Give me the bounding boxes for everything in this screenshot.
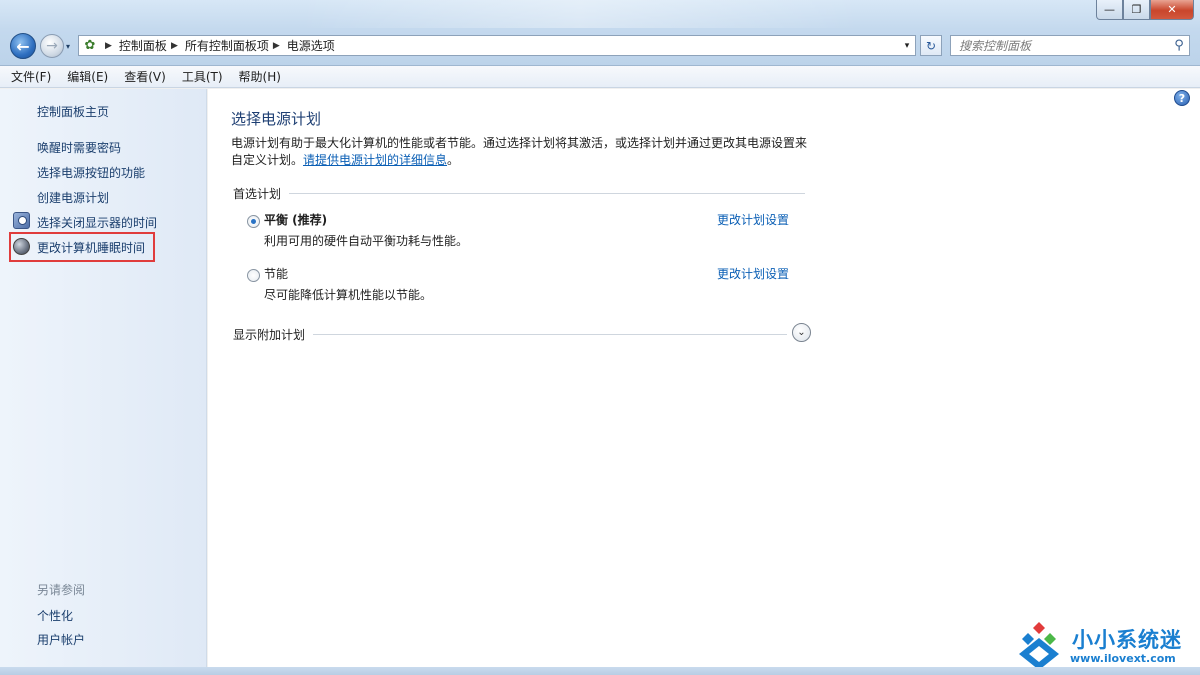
preferred-plans-label: 首选计划 xyxy=(233,187,282,201)
intro-text: 电源计划有助于最大化计算机的性能或者节能。通过选择计划将其激活，或选择计划并通过… xyxy=(231,135,816,169)
refresh-button[interactable]: ↻ xyxy=(920,35,942,56)
sidebar-link-user-accounts[interactable]: 用户帐户 xyxy=(37,631,85,648)
menu-file[interactable]: 文件(F) xyxy=(11,68,51,85)
menu-bar: 文件(F) 编辑(E) 查看(V) 工具(T) 帮助(H) xyxy=(0,66,1200,88)
section-divider xyxy=(313,334,788,335)
section-divider xyxy=(289,193,806,194)
search-icon[interactable]: ⚲ xyxy=(1169,38,1189,53)
page-title: 选择电源计划 xyxy=(231,110,322,128)
breadcrumb-arrow-icon[interactable]: ▶ xyxy=(273,41,280,51)
control-panel-icon: ✿ xyxy=(84,38,96,53)
change-plan-settings-power-saver[interactable]: 更改计划设置 xyxy=(717,265,789,282)
window-bottom-frame xyxy=(0,667,1200,675)
sidebar-link-create-plan[interactable]: 创建电源计划 xyxy=(37,189,109,206)
menu-tools[interactable]: 工具(T) xyxy=(182,68,223,85)
recent-pages-dropdown-icon[interactable]: ▾ xyxy=(66,42,70,51)
plan-radio-power-saver[interactable] xyxy=(247,269,260,282)
menu-help[interactable]: 帮助(H) xyxy=(239,68,281,85)
additional-plans-label[interactable]: 显示附加计划 xyxy=(233,326,305,343)
window-frame: — ❐ ✕ xyxy=(0,0,1200,66)
plan-desc-balanced: 利用可用的硬件自动平衡功耗与性能。 xyxy=(264,234,469,248)
forward-button[interactable]: → xyxy=(40,34,64,58)
watermark: 小小系统迷 www.ilovext.com xyxy=(1010,614,1196,670)
breadcrumb-power-options[interactable]: 电源选项 xyxy=(287,37,335,54)
menu-view[interactable]: 查看(V) xyxy=(124,68,166,85)
plan-radio-balanced[interactable] xyxy=(247,215,260,228)
breadcrumb-all-items[interactable]: 所有控制面板项 xyxy=(185,37,269,54)
sidebar-link-home[interactable]: 控制面板主页 xyxy=(37,103,109,120)
maximize-button[interactable]: ❐ xyxy=(1123,0,1150,20)
search-input[interactable] xyxy=(959,38,1169,53)
breadcrumb-control-panel[interactable]: 控制面板 xyxy=(119,37,167,54)
watermark-title: 小小系统迷 xyxy=(1072,628,1182,652)
window-controls: — ❐ ✕ xyxy=(1096,0,1194,20)
sidebar-link-wake-password[interactable]: 唤醒时需要密码 xyxy=(37,139,121,156)
change-plan-settings-balanced[interactable]: 更改计划设置 xyxy=(717,211,789,228)
watermark-logo-icon xyxy=(1019,622,1059,670)
sidebar-link-power-buttons[interactable]: 选择电源按钮的功能 xyxy=(37,164,145,181)
plan-name-power-saver[interactable]: 节能 xyxy=(264,265,288,282)
address-dropdown-icon[interactable]: ▾ xyxy=(899,41,915,51)
breadcrumb-arrow-icon[interactable]: ▶ xyxy=(171,41,178,51)
additional-plans-heading[interactable]: 显示附加计划 xyxy=(233,326,788,343)
chevron-down-icon[interactable]: ⌄ xyxy=(792,323,811,342)
minimize-button[interactable]: — xyxy=(1096,0,1123,20)
help-icon[interactable]: ? xyxy=(1174,90,1190,106)
sidebar-link-display-off[interactable]: 选择关闭显示器的时间 xyxy=(37,214,157,231)
back-button[interactable]: ← xyxy=(10,33,36,59)
search-box[interactable]: ⚲ xyxy=(950,35,1190,56)
intro-end: 。 xyxy=(447,153,460,167)
sidebar: 控制面板主页 唤醒时需要密码 选择电源按钮的功能 创建电源计划 选择关闭显示器的… xyxy=(0,89,207,667)
plan-details-link[interactable]: 请提供电源计划的详细信息 xyxy=(303,153,447,167)
plan-desc-power-saver: 尽可能降低计算机性能以节能。 xyxy=(264,288,433,302)
display-timer-icon xyxy=(13,212,30,229)
main-content: ? 选择电源计划 电源计划有助于最大化计算机的性能或者节能。通过选择计划将其激活… xyxy=(208,89,1200,667)
breadcrumb-arrow-icon[interactable]: ▶ xyxy=(105,41,112,51)
menu-edit[interactable]: 编辑(E) xyxy=(67,68,108,85)
sidebar-link-personalization[interactable]: 个性化 xyxy=(37,607,73,624)
background-ghost xyxy=(300,0,860,28)
highlight-annotation-box xyxy=(9,232,155,262)
plan-name-balanced[interactable]: 平衡 (推荐) xyxy=(264,211,327,228)
address-bar[interactable]: ✿ ▶ 控制面板 ▶ 所有控制面板项 ▶ 电源选项 ▾ xyxy=(78,35,916,56)
see-also-heading: 另请参阅 xyxy=(37,583,86,597)
watermark-url: www.ilovext.com xyxy=(1070,652,1176,665)
close-button[interactable]: ✕ xyxy=(1150,0,1194,20)
preferred-plans-heading: 首选计划 xyxy=(233,185,806,202)
